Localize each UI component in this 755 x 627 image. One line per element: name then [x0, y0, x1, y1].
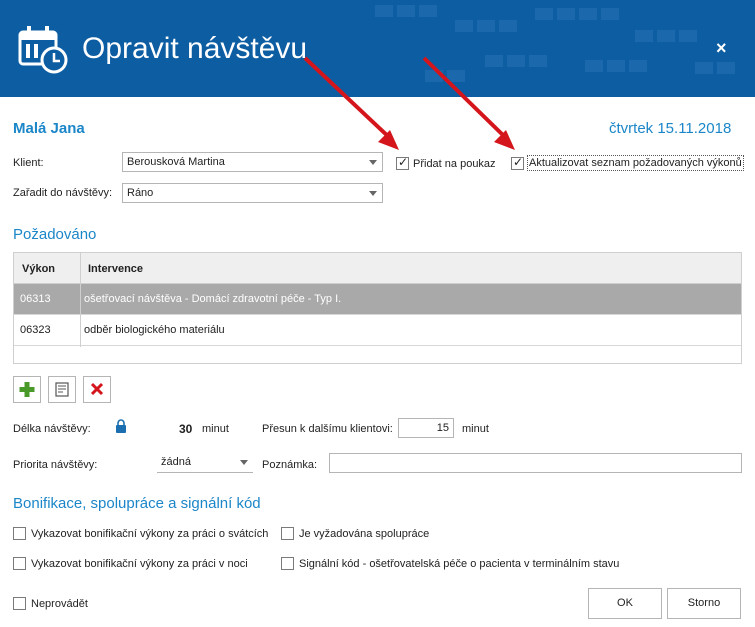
duration-value: 30 [179, 422, 193, 436]
delete-button[interactable] [83, 376, 111, 403]
requested-section-title: Požadováno [13, 226, 97, 243]
add-to-voucher-checkbox[interactable] [396, 155, 409, 170]
close-button[interactable]: × [716, 38, 727, 59]
not-performed-label: Neprovádět [31, 598, 88, 610]
priority-value: žádná [161, 456, 191, 468]
client-select[interactable]: Berousková Martina [122, 152, 383, 172]
row-intervention: odběr biologického materiálu [84, 324, 225, 336]
transfer-input[interactable]: 15 [398, 418, 454, 438]
client-value: Berousková Martina [127, 156, 225, 168]
dialog-header: Opravit návštěvu × [0, 0, 755, 97]
column-header-code[interactable]: Výkon [22, 263, 55, 275]
visit-date: čtvrtek 15.11.2018 [609, 120, 732, 137]
bonus-section-title: Bonifikace, spolupráce a signální kód [13, 495, 261, 512]
update-list-checkbox[interactable] [511, 155, 524, 170]
grid-header: Výkon Intervence [14, 253, 741, 284]
assign-value: Ráno [127, 187, 154, 199]
lock-icon [116, 419, 126, 433]
plus-icon [19, 382, 35, 397]
chevron-down-icon [240, 460, 248, 465]
note-label: Poznámka: [262, 459, 318, 471]
requested-grid: Výkon Intervence 06313 ošetřovací návště… [13, 252, 742, 364]
priority-select[interactable]: žádná [157, 453, 253, 473]
column-divider [80, 253, 81, 347]
chevron-down-icon [369, 191, 377, 196]
cancel-button[interactable]: Storno [667, 588, 741, 619]
ok-button[interactable]: OK [588, 588, 662, 619]
table-row[interactable]: 06323 odběr biologického materiálu [14, 315, 741, 346]
note-input[interactable] [329, 453, 742, 473]
cooperation-label: Je vyžadována spolupráce [299, 528, 430, 540]
signal-checkbox[interactable] [281, 557, 294, 570]
transfer-label: Přesun k dalšímu klientovi: [262, 423, 393, 435]
edit-button[interactable] [48, 376, 76, 403]
not-performed-checkbox[interactable] [13, 597, 26, 610]
delete-icon [90, 382, 104, 396]
night-label: Vykazovat bonifikační výkony za práci v … [31, 558, 248, 570]
assign-label: Zařadit do návštěvy: [13, 187, 113, 199]
transfer-unit: minut [462, 423, 489, 435]
client-label: Klient: [13, 157, 44, 169]
night-checkbox[interactable] [13, 557, 26, 570]
edit-icon [55, 382, 69, 397]
holiday-checkbox[interactable] [13, 527, 26, 540]
row-code: 06313 [20, 293, 51, 305]
patient-name: Malá Jana [13, 120, 85, 137]
chevron-down-icon [369, 160, 377, 165]
priority-label: Priorita návštěvy: [13, 459, 98, 471]
dialog-title: Opravit návštěvu [82, 32, 308, 65]
holiday-label: Vykazovat bonifikační výkony za práci o … [31, 528, 269, 540]
table-row[interactable]: 06313 ošetřovací návštěva - Domácí zdrav… [14, 284, 741, 315]
duration-label: Délka návštěvy: [13, 423, 91, 435]
update-list-label: Aktualizovat seznam požadovaných výkonů [527, 155, 744, 171]
signal-label: Signální kód - ošetřovatelská péče o pac… [299, 558, 620, 570]
assign-select[interactable]: Ráno [122, 183, 383, 203]
duration-unit: minut [202, 423, 229, 435]
column-header-intervention[interactable]: Intervence [88, 263, 143, 275]
add-to-voucher-label: Přidat na poukaz [413, 158, 496, 170]
calendar-clock-icon [18, 26, 68, 74]
header-pattern [375, 5, 735, 82]
add-button[interactable] [13, 376, 41, 403]
row-intervention: ošetřovací návštěva - Domácí zdravotní p… [84, 293, 342, 305]
cooperation-checkbox[interactable] [281, 527, 294, 540]
row-code: 06323 [20, 324, 51, 336]
